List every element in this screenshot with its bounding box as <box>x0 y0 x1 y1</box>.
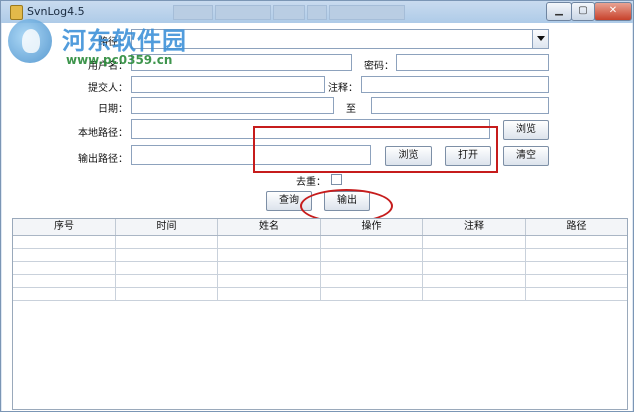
column-header-index[interactable]: 序号 <box>13 219 116 235</box>
table-cell <box>13 262 116 274</box>
table-cell <box>423 236 526 248</box>
table-cell <box>526 249 627 261</box>
table-cell <box>116 236 218 248</box>
table-cell <box>218 262 321 274</box>
blurred-tab <box>215 5 271 20</box>
comment-field[interactable] <box>361 76 549 93</box>
table-cell <box>321 262 423 274</box>
table-cell <box>321 275 423 287</box>
table-cell <box>423 288 526 300</box>
password-field[interactable] <box>396 54 549 71</box>
watermark-logo-icon <box>8 19 52 63</box>
table-cell <box>218 288 321 300</box>
blurred-tab <box>329 5 405 20</box>
date-label: 日期： <box>98 104 128 115</box>
column-header-path[interactable]: 路径 <box>526 219 627 235</box>
table-row[interactable] <box>13 275 627 288</box>
table-cell <box>13 249 116 261</box>
table-cell <box>116 288 218 300</box>
close-button[interactable]: ✕ <box>594 2 632 21</box>
table-cell <box>321 249 423 261</box>
table-cell <box>526 262 627 274</box>
table-row[interactable] <box>13 288 627 301</box>
table-cell <box>13 288 116 300</box>
app-window: SvnLog4.5 ▁ ▢ ✕ 路径： 用户名： 密码： 提交人： 注释： 日期… <box>0 0 634 412</box>
table-header: 序号 时间 姓名 操作 注释 路径 <box>13 219 627 236</box>
table-cell <box>423 275 526 287</box>
table-cell <box>116 262 218 274</box>
results-table[interactable]: 序号 时间 姓名 操作 注释 路径 <box>12 218 628 410</box>
maximize-button[interactable]: ▢ <box>571 2 595 21</box>
table-cell <box>116 275 218 287</box>
committer-field[interactable] <box>131 76 325 93</box>
table-row[interactable] <box>13 249 627 262</box>
watermark-url: www.pc0359.cn <box>66 53 173 67</box>
table-row[interactable] <box>13 262 627 275</box>
comment-label: 注释： <box>328 83 358 94</box>
browse-local-button[interactable]: 浏览 <box>503 120 549 140</box>
table-cell <box>321 288 423 300</box>
main-content: 路径： 用户名： 密码： 提交人： 注释： 日期： 至 本地路径： 浏览 输出路… <box>2 19 632 411</box>
table-cell <box>218 236 321 248</box>
date-to-field[interactable] <box>371 97 549 114</box>
password-label: 密码： <box>364 61 394 72</box>
dedupe-checkbox[interactable] <box>331 174 342 185</box>
column-header-operation[interactable]: 操作 <box>321 219 423 235</box>
committer-label: 提交人： <box>88 83 128 94</box>
watermark-title: 河东软件园 <box>62 27 187 55</box>
table-cell <box>423 249 526 261</box>
output-path-label: 输出路径： <box>78 154 128 165</box>
table-cell <box>423 262 526 274</box>
table-cell <box>526 236 627 248</box>
local-path-label: 本地路径： <box>78 128 128 139</box>
table-cell <box>321 236 423 248</box>
column-header-comment[interactable]: 注释 <box>423 219 526 235</box>
date-from-field[interactable] <box>131 97 334 114</box>
table-row[interactable] <box>13 236 627 249</box>
table-cell <box>526 288 627 300</box>
dedupe-label: 去重： <box>296 177 326 188</box>
blurred-tab <box>307 5 327 20</box>
table-cell <box>13 236 116 248</box>
date-to-label: 至 <box>346 104 356 115</box>
minimize-button[interactable]: ▁ <box>546 2 572 21</box>
column-header-name[interactable]: 姓名 <box>218 219 321 235</box>
watermark: 河东软件园 www.pc0359.cn <box>4 15 214 75</box>
chevron-down-icon[interactable] <box>532 30 548 48</box>
highlight-rectangle <box>253 126 498 173</box>
blurred-tab <box>273 5 305 20</box>
table-cell <box>116 249 218 261</box>
table-cell <box>218 275 321 287</box>
column-header-time[interactable]: 时间 <box>116 219 218 235</box>
table-cell <box>13 275 116 287</box>
table-cell <box>526 275 627 287</box>
clear-button[interactable]: 清空 <box>503 146 549 166</box>
table-cell <box>218 249 321 261</box>
